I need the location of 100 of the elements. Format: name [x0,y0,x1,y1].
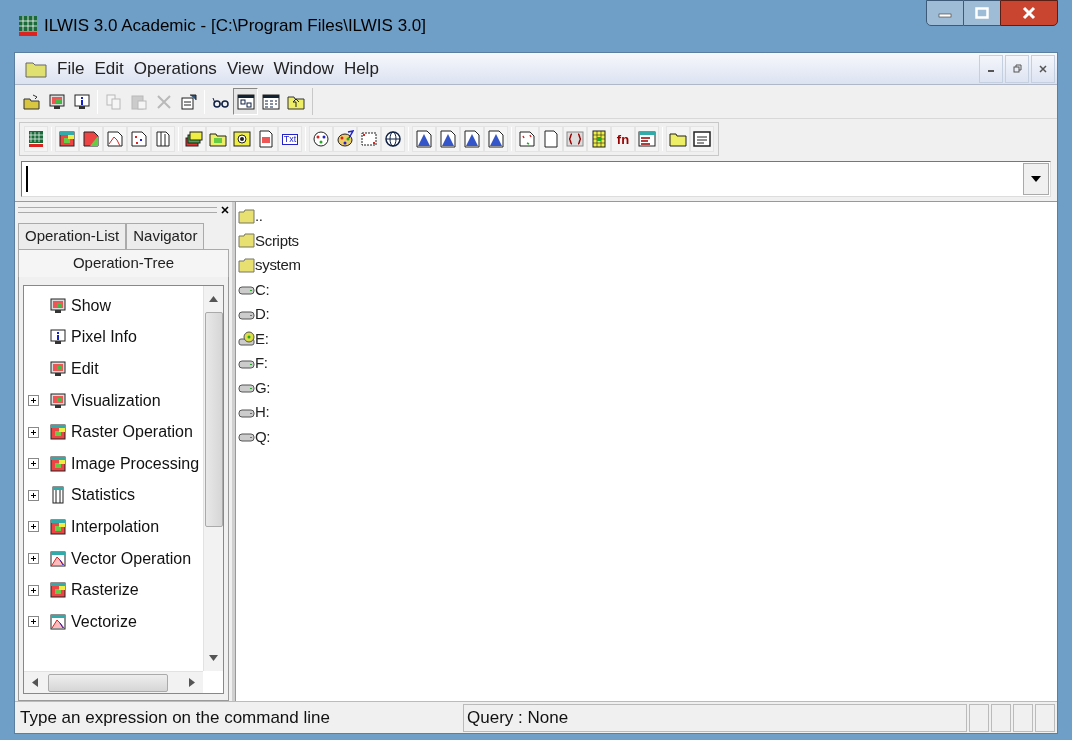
maximize-button[interactable] [964,0,1000,26]
status-panel [969,703,989,732]
status-panel [991,703,1011,732]
monitor-icon [49,296,67,315]
directory-entry[interactable]: system [238,253,305,278]
toolbar-button[interactable]: Txt [278,126,302,152]
delete-icon [154,92,173,111]
large-icons-view-icon [236,92,255,111]
vertical-scrollbar[interactable] [203,286,223,671]
scroll-down-icon [209,655,218,661]
tree-item[interactable]: Edit [24,353,203,385]
monitor-icon [49,391,67,410]
sample-set-icon [518,130,536,148]
panel-tab[interactable]: Operation-List [18,223,127,249]
status-panel [1013,703,1033,732]
paste-icon [129,92,148,111]
boundary-icon [360,130,378,148]
globe-icon [384,130,402,148]
folder-icon [238,208,255,224]
tree-item[interactable]: Image Processing [24,447,203,480]
menu-item[interactable]: Operations [133,55,217,82]
info-icon [72,92,91,111]
triangle-map-icon [415,130,433,148]
tree-item[interactable]: Rasterize [24,574,203,606]
directory-entry[interactable]: H: [238,400,274,425]
raster-map-icon [49,423,67,442]
raster-map-icon [49,517,67,536]
raster-map-icon [49,581,67,600]
directory-entry[interactable]: F: [238,351,272,376]
tree-item[interactable]: Interpolation [24,511,203,543]
status-text: Type an expression on the command line [19,706,331,729]
maximize-icon [975,7,989,19]
panel-tab[interactable]: Operation-Tree [18,249,229,277]
braces-icon [566,130,584,148]
folder-icon [25,59,47,78]
toolbar-button[interactable]: fn [611,126,635,152]
menu-item[interactable]: Help [343,55,379,82]
map-view-icon [233,130,251,148]
directory-entry[interactable]: C: [238,277,274,302]
restore-icon [1012,64,1022,73]
info-icon [49,328,67,347]
tree-item[interactable]: Pixel Info [24,321,203,354]
table-icon [49,486,67,505]
map-stack-icon [185,130,203,148]
directory-entry[interactable]: G: [238,375,275,400]
close-icon [221,206,229,214]
directory-entry[interactable]: .. [238,204,267,229]
menu-item[interactable]: View [226,55,264,82]
text-cursor [26,166,28,192]
tree-item[interactable]: Raster Operation [24,416,203,448]
segment-map-icon [106,130,124,148]
app-logo-icon [18,15,38,37]
directory-entry[interactable]: Q: [238,424,275,449]
tree-item[interactable]: Statistics [24,479,203,512]
window-title: ILWIS 3.0 Academic - [C:\Program Files\ILWIS 3.0] [44,15,426,38]
directory-entry[interactable]: E: [238,326,273,351]
palette-icon [336,130,354,148]
color-circle-icon [312,130,330,148]
dropdown-button[interactable] [1023,163,1049,195]
triangle-map-icon [463,130,481,148]
status-text: Query : None [463,703,967,732]
tree-item[interactable]: Visualization [24,384,203,417]
vector-map-icon [49,612,67,631]
tree-item[interactable]: Show [24,290,203,322]
scroll-thumb[interactable] [204,312,223,527]
cd-drive-icon [238,331,255,347]
close-icon [1021,6,1037,20]
script-window-icon [638,130,656,148]
toolbar-button[interactable] [233,88,258,115]
tree-item[interactable]: Vectorize [24,605,203,638]
point-map-icon [130,130,148,148]
polygon-map-icon [82,130,100,148]
matrix-icon [590,130,608,148]
directory-entry[interactable]: D: [238,302,274,327]
folder-icon [669,130,687,148]
menu-item[interactable]: Window [273,55,334,82]
panel-tab[interactable]: Navigator [126,223,205,249]
menu-item[interactable]: File [57,55,85,82]
close-button[interactable] [1000,0,1058,26]
vector-map-icon [49,549,67,568]
scroll-left-icon [32,678,38,687]
scroll-thumb[interactable] [48,673,168,692]
annotation-text-icon [693,130,711,148]
scroll-right-icon [189,678,195,687]
folder-icon [238,233,255,249]
tree-item[interactable]: Vector Operation [24,542,203,575]
monitor-icon [47,92,66,111]
open-folder-icon [22,92,41,111]
triangle-map-icon [439,130,457,148]
menu-item[interactable]: Edit [94,55,124,82]
horizontal-scrollbar[interactable] [24,671,203,693]
command-line-field[interactable] [21,161,1051,197]
document-map-icon [257,130,275,148]
copy-icon [104,92,123,111]
raster-map-icon [58,130,76,148]
directory-entry[interactable]: Scripts [238,228,303,253]
app-logo-icon [27,130,45,148]
table-icon [154,130,172,148]
folder-icon [238,257,255,273]
minimize-button[interactable] [926,0,964,26]
